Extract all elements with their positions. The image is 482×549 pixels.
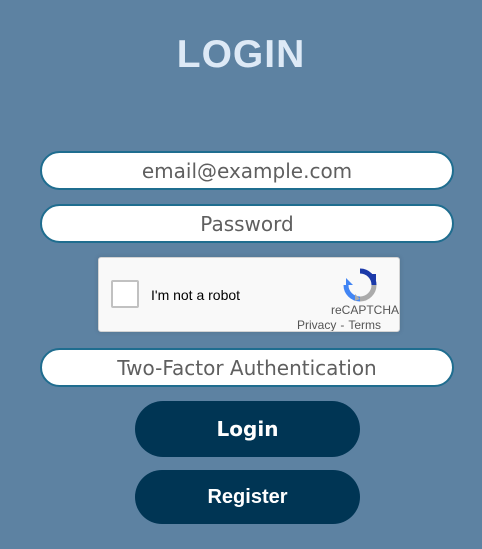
recaptcha-links: Privacy - Terms [297,318,381,332]
email-field[interactable] [40,151,454,190]
recaptcha-label: I'm not a robot [151,287,241,303]
recaptcha-terms-link[interactable]: Terms [348,318,381,331]
recaptcha-brand: reCAPTCHA [331,303,400,317]
recaptcha-link-separator: - [340,318,345,332]
recaptcha-widget: I'm not a robot reCAPTCHA Privacy - Terms [98,257,400,332]
login-button[interactable]: Login [135,401,360,457]
register-button[interactable]: Register [135,470,360,524]
recaptcha-privacy-link[interactable]: Privacy [297,318,336,331]
two-factor-field[interactable] [40,348,454,387]
page-title: LOGIN [176,33,306,76]
recaptcha-logo-icon [343,268,377,302]
password-field[interactable] [40,204,454,243]
recaptcha-checkbox[interactable] [111,280,139,308]
